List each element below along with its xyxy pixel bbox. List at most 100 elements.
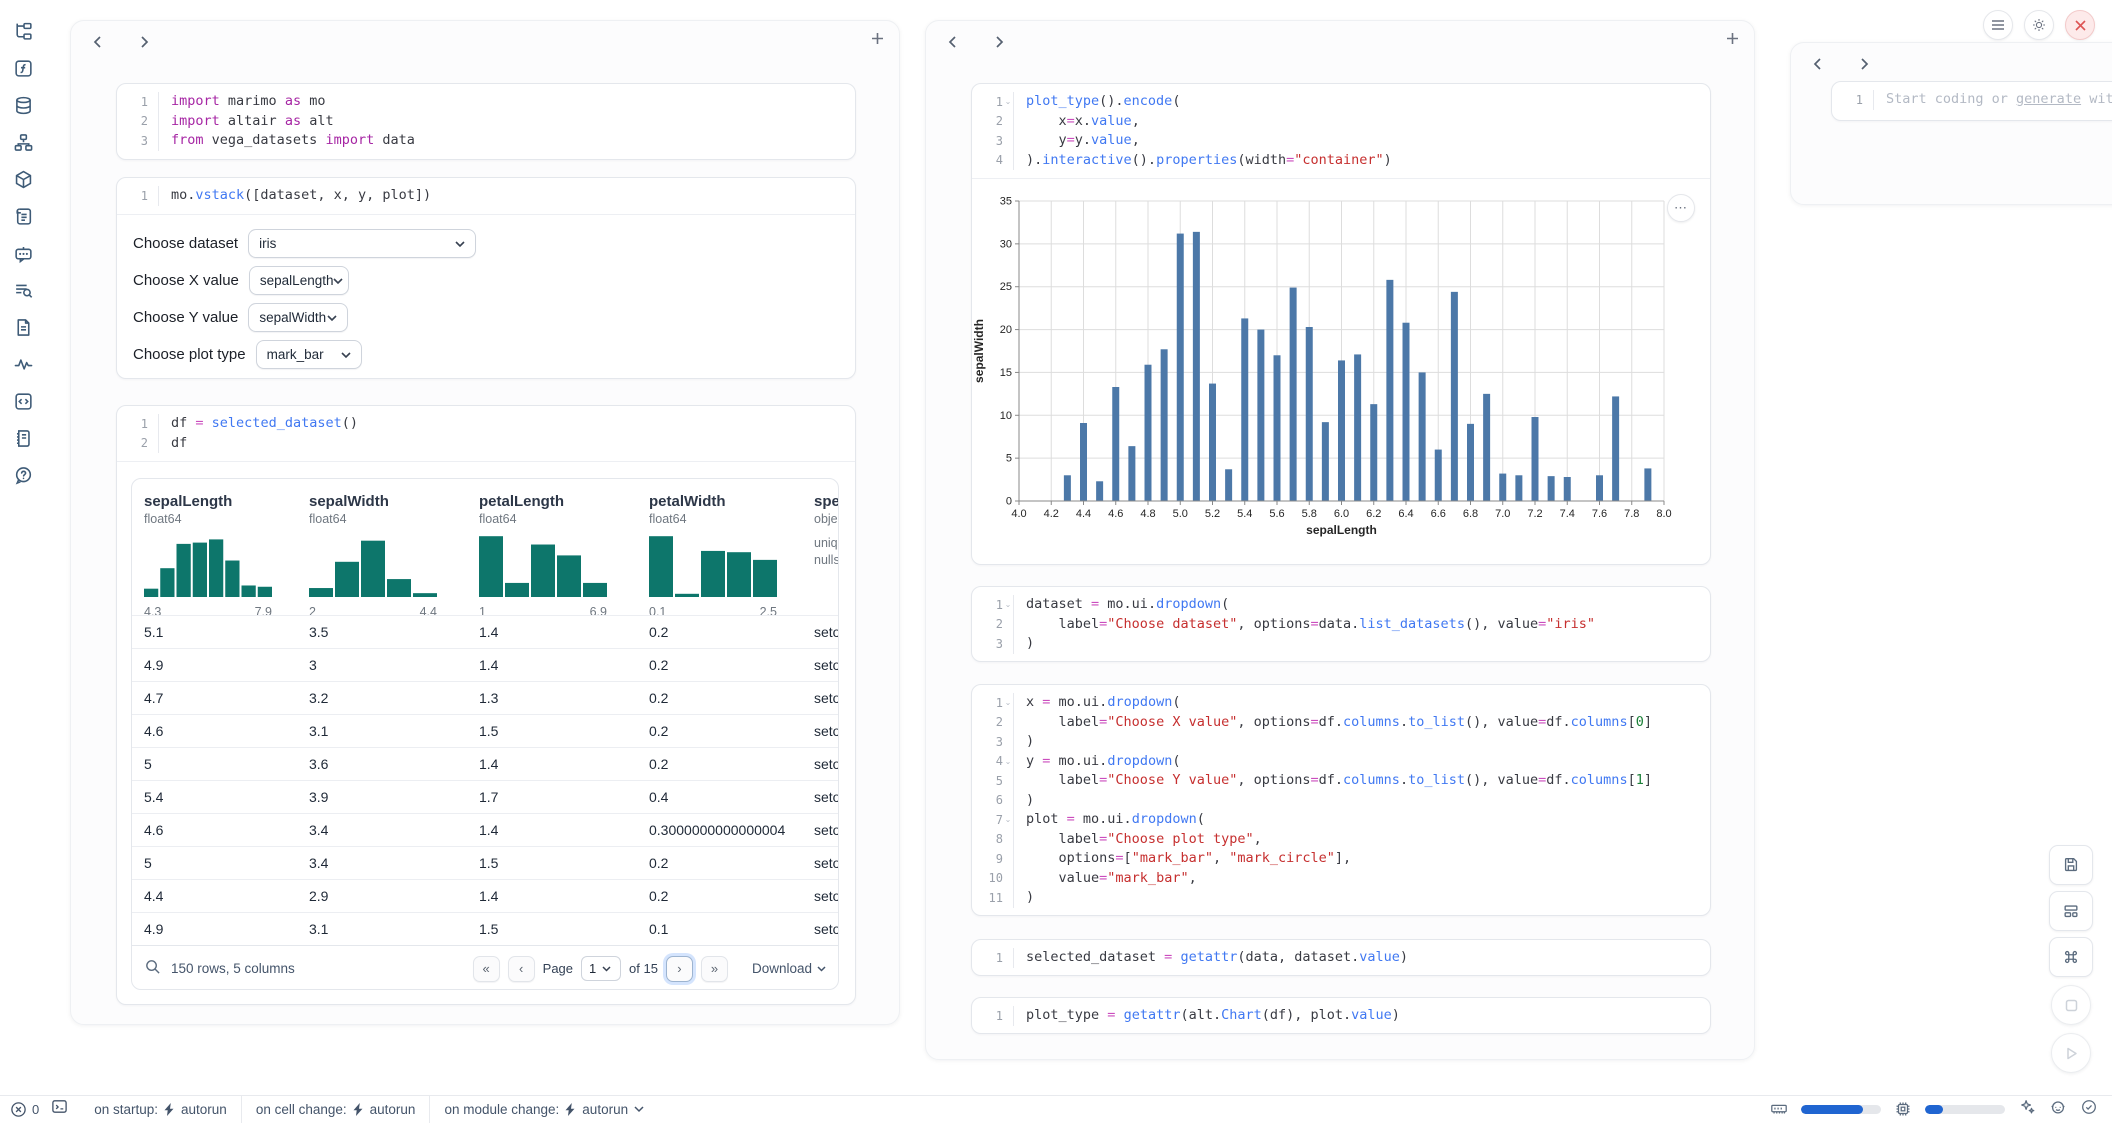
code-line[interactable]: ) (1026, 634, 1595, 654)
code-lines[interactable]: import marimo as moimport altair as altf… (159, 92, 415, 151)
dropdown-4[interactable]: mark_bar (256, 340, 362, 369)
errors-button[interactable]: 0 (10, 1101, 39, 1118)
chevron-left-icon[interactable] (1809, 55, 1827, 76)
code-line[interactable]: label="Choose plot type", (1026, 830, 1652, 850)
code-line[interactable]: dataset = mo.ui.dropdown( (1026, 595, 1595, 615)
chevron-left-icon[interactable] (89, 33, 107, 54)
table-row[interactable]: 4.63.41.40.3000000000000004setosa (132, 813, 838, 846)
package-icon[interactable] (13, 169, 34, 190)
column-header-sepalWidth[interactable]: sepalWidthfloat6424.4 (297, 479, 467, 615)
dropdown-2[interactable]: sepalLength (249, 266, 349, 295)
terminal-button[interactable] (51, 1098, 68, 1120)
code-cell-vstack[interactable]: 1mo.vstack([dataset, x, y, plot]) Choose… (116, 177, 856, 379)
keyboard-shortcuts-button[interactable] (2049, 937, 2093, 977)
tracing-icon[interactable] (13, 354, 34, 375)
altair-bar-chart[interactable]: 4.04.24.44.64.85.05.25.45.65.86.06.26.46… (972, 184, 1672, 547)
code-line[interactable]: df = selected_dataset() (171, 414, 358, 434)
code-cell-dataframe[interactable]: 12df = selected_dataset()df sepalLengthf… (116, 405, 856, 1005)
code-lines[interactable]: selected_dataset = getattr(data, dataset… (1014, 948, 1408, 968)
code-line[interactable]: df (171, 434, 358, 454)
file-tree-icon[interactable] (13, 21, 34, 42)
runtime-config-2[interactable]: on cell change:autorun (242, 1102, 430, 1117)
code-line[interactable]: plot_type().encode( (1026, 92, 1392, 112)
table-row[interactable]: 4.73.21.30.2setosa (132, 681, 838, 714)
script-icon[interactable] (13, 206, 34, 227)
run-button[interactable] (2051, 1033, 2091, 1073)
editor-placeholder[interactable]: Start coding or generate with AI. (1886, 90, 2112, 110)
document-icon[interactable] (13, 317, 34, 338)
code-cell-imports[interactable]: 123import marimo as moimport altair as a… (116, 83, 856, 160)
runtime-config-3[interactable]: on module change:autorun (430, 1102, 658, 1117)
scratchpad-icon[interactable] (13, 428, 34, 449)
chart-actions-button[interactable]: ⋯ (1667, 194, 1695, 222)
code-cell-plot-type[interactable]: 1plot_type = getattr(alt.Chart(df), plot… (971, 997, 1711, 1034)
code-line[interactable]: value="mark_bar", (1026, 869, 1652, 889)
runtime-config-1[interactable]: on startup:autorun (80, 1102, 241, 1117)
table-row[interactable]: 4.63.11.50.2setosa (132, 714, 838, 747)
function-icon[interactable] (13, 58, 34, 79)
table-row[interactable]: 53.61.40.2setosa (132, 747, 838, 780)
code-line[interactable]: selected_dataset = getattr(data, dataset… (1026, 948, 1408, 968)
code-line[interactable]: from vega_datasets import data (171, 131, 415, 151)
code-lines[interactable]: x = mo.ui.dropdown( label="Choose X valu… (1014, 693, 1652, 908)
table-row[interactable]: 53.41.50.2setosa (132, 846, 838, 879)
ai-assist-button[interactable] (2018, 1098, 2036, 1121)
next-page-button[interactable]: › (666, 956, 693, 982)
code-lines[interactable]: plot_type = getattr(alt.Chart(df), plot.… (1014, 1006, 1400, 1026)
copilot-button[interactable] (2049, 1098, 2067, 1121)
dropdown-3[interactable]: sepalWidth (248, 303, 348, 332)
column-header-sepalLength[interactable]: sepalLengthfloat644.37.9 (132, 479, 297, 615)
table-row[interactable]: 4.42.91.40.2setosa (132, 879, 838, 912)
code-snippets-icon[interactable] (13, 391, 34, 412)
code-line[interactable]: ).interactive().properties(width="contai… (1026, 151, 1392, 171)
add-cell-button[interactable] (870, 31, 885, 49)
code-cell-plot[interactable]: 1⌄234plot_type().encode( x=x.value, y=y.… (971, 83, 1711, 565)
code-line[interactable]: x=x.value, (1026, 112, 1392, 132)
code-lines[interactable]: df = selected_dataset()df (159, 414, 358, 453)
empty-code-cell[interactable]: 1 Start coding or generate with AI. (1831, 81, 2112, 121)
dropdown-1[interactable]: iris (248, 229, 476, 258)
menu-button[interactable] (1983, 10, 2013, 40)
code-line[interactable]: y = mo.ui.dropdown( (1026, 752, 1652, 772)
code-lines[interactable]: dataset = mo.ui.dropdown( label="Choose … (1014, 595, 1595, 654)
page-select[interactable]: 1 (581, 956, 621, 981)
code-cell-xy-dropdowns[interactable]: 1⌄234⌄567⌄891011x = mo.ui.dropdown( labe… (971, 684, 1711, 916)
code-line[interactable]: label="Choose dataset", options=data.lis… (1026, 615, 1595, 635)
code-line[interactable]: label="Choose Y value", options=df.colum… (1026, 771, 1652, 791)
add-cell-button[interactable] (1725, 31, 1740, 49)
code-line[interactable]: import marimo as mo (171, 92, 415, 112)
download-button[interactable]: Download (752, 961, 826, 976)
search-icon[interactable] (144, 958, 161, 980)
layout-button[interactable] (2049, 891, 2093, 931)
chat-bot-icon[interactable] (13, 243, 34, 264)
column-header-species[interactable]: speciesobjectunique:nulls: (802, 479, 838, 615)
generate-link[interactable]: generate (2016, 91, 2081, 107)
code-line[interactable]: ) (1026, 732, 1652, 752)
code-line[interactable]: import altair as alt (171, 112, 415, 132)
chevron-right-icon[interactable] (990, 33, 1008, 54)
column-header-petalLength[interactable]: petalLengthfloat6416.9 (467, 479, 637, 615)
help-icon[interactable] (13, 465, 34, 486)
database-icon[interactable] (13, 95, 34, 116)
code-line[interactable]: y=y.value, (1026, 131, 1392, 151)
first-page-button[interactable]: « (473, 956, 500, 982)
code-line[interactable]: options=["mark_bar", "mark_circle"], (1026, 849, 1652, 869)
column-header-petalWidth[interactable]: petalWidthfloat640.12.5 (637, 479, 802, 615)
chevron-left-icon[interactable] (944, 33, 962, 54)
close-panel-button[interactable] (2065, 10, 2095, 40)
code-line[interactable]: label="Choose X value", options=df.colum… (1026, 713, 1652, 733)
code-cell-selected-dataset[interactable]: 1selected_dataset = getattr(data, datase… (971, 939, 1711, 976)
connection-status-button[interactable] (2080, 1098, 2098, 1121)
chevron-right-icon[interactable] (135, 33, 153, 54)
code-line[interactable]: plot = mo.ui.dropdown( (1026, 810, 1652, 830)
table-row[interactable]: 4.931.40.2setosa (132, 648, 838, 681)
save-button[interactable] (2049, 845, 2093, 885)
logs-search-icon[interactable] (13, 280, 34, 301)
dependency-graph-icon[interactable] (13, 132, 34, 153)
table-row[interactable]: 5.13.51.40.2setosa (132, 615, 838, 648)
stop-button[interactable] (2051, 985, 2091, 1025)
prev-page-button[interactable]: ‹ (508, 956, 535, 982)
settings-button[interactable] (2024, 10, 2054, 40)
table-row[interactable]: 5.43.91.70.4setosa (132, 780, 838, 813)
code-line[interactable]: ) (1026, 791, 1652, 811)
